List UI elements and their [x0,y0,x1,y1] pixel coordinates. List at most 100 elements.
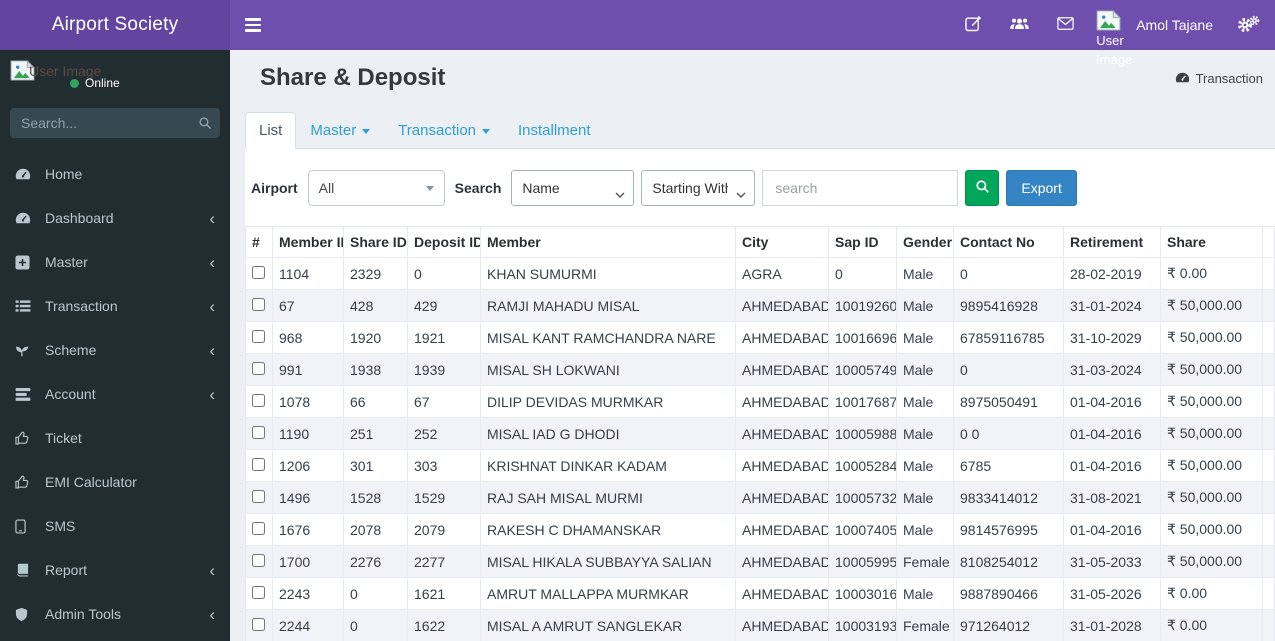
cell-member-id: 968 [272,321,344,354]
row-select-cell [245,353,273,386]
cell-member: MISAL HIKALA SUBBAYYA SALIAN [480,545,736,578]
cell-extra [1262,545,1275,578]
cell-member: MISAL A AMRUT SANGLEKAR [480,609,736,641]
cell-deposit-id: 0 [407,257,481,290]
cell-extra [1262,321,1275,354]
cell-share: ₹ 50,000.00 [1160,321,1263,354]
cell-share-id: 66 [343,385,408,418]
row-checkbox[interactable] [252,458,265,471]
tab-transaction[interactable]: Transaction [384,112,504,149]
airport-select[interactable]: All [307,170,445,206]
cell-extra [1262,449,1275,482]
sidebar-item-scheme[interactable]: Scheme ‹ [0,328,230,372]
row-checkbox[interactable] [252,298,265,311]
row-checkbox[interactable] [252,426,265,439]
cell-share-id: 2276 [343,545,408,578]
table-row: 1190 251 252 MISAL IAD G DHODI AHMEDABAD… [245,417,1275,450]
row-checkbox[interactable] [252,266,265,279]
cell-sap-id: 10005995 [828,545,897,578]
cell-contact-no: 9814576995 [953,513,1064,546]
cell-sap-id: 10005749 [828,353,897,386]
row-checkbox[interactable] [252,586,265,599]
sidebar-item-report[interactable]: Report ‹ [0,548,230,592]
search-field-select[interactable]: Name [511,170,635,206]
cell-extra [1262,513,1275,546]
cell-share: ₹ 50,000.00 [1160,289,1263,322]
compose-button[interactable] [951,0,996,50]
sidebar-item-master[interactable]: Master ‹ [0,240,230,284]
cell-retirement: 01-04-2016 [1063,417,1161,450]
cell-extra [1262,353,1275,386]
user-menu[interactable]: User Image [1096,0,1132,67]
cell-member: RAJ SAH MISAL MURMI [480,481,736,514]
table-header-row: # Member ID Share ID Deposit ID Member C… [245,226,1275,258]
cell-extra [1262,609,1275,641]
cell-sap-id: 0 [828,257,897,290]
cell-member: AMRUT MALLAPPA MURMKAR [480,577,736,610]
row-checkbox[interactable] [252,618,265,631]
cell-deposit-id: 1622 [407,609,481,641]
export-button[interactable]: Export [1006,170,1077,206]
cell-extra [1262,289,1275,322]
tab-list[interactable]: List [245,112,297,149]
cell-member: MISAL SH LOKWANI [480,353,736,386]
tab-master[interactable]: Master [296,112,384,149]
row-checkbox[interactable] [252,490,265,503]
cell-member-id: 1676 [272,513,344,546]
cell-contact-no: 67859116785 [953,321,1064,354]
cell-city: AHMEDABAD [735,481,829,514]
sidebar-search-input[interactable] [10,108,220,138]
row-checkbox[interactable] [252,522,265,535]
cell-member: MISAL IAD G DHODI [480,417,736,450]
search-icon[interactable] [198,116,212,133]
row-select-cell [245,449,273,482]
tab-installment[interactable]: Installment [504,112,605,149]
members-button[interactable] [996,0,1043,50]
row-select-cell [245,321,273,354]
match-type-select[interactable]: Starting With [641,170,756,206]
search-button[interactable] [965,170,1000,206]
cell-share: ₹ 50,000.00 [1160,385,1263,418]
cell-contact-no: 971264012 [953,609,1064,641]
column-member-id: Member ID [272,226,344,258]
search-input[interactable] [762,170,959,206]
stack-icon [15,387,39,401]
row-checkbox[interactable] [252,362,265,375]
seedling-icon [15,343,39,357]
sidebar-item-ticket[interactable]: Ticket [0,416,230,460]
row-checkbox[interactable] [252,330,265,343]
sidebar-toggle-button[interactable] [230,0,276,50]
cell-sap-id: 10005988 [828,417,897,450]
cell-share-id: 428 [343,289,408,322]
cell-sap-id: 10003193 [828,609,897,641]
table-row: 991 1938 1939 MISAL SH LOKWANI AHMEDABAD… [245,353,1275,386]
sidebar-item-admin-tools[interactable]: Admin Tools ‹ [0,592,230,636]
sidebar-item-account[interactable]: Account ‹ [0,372,230,416]
sidebar-item-transaction[interactable]: Transaction ‹ [0,284,230,328]
caret-down-icon [362,129,371,134]
caret-down-icon [425,185,434,191]
search-icon [975,179,990,197]
cell-deposit-id: 252 [407,417,481,450]
breadcrumb-transaction[interactable]: Transaction [1175,71,1263,86]
sidebar-item-sms[interactable]: SMS [0,504,230,548]
compose-icon [965,15,982,35]
chevron-left-icon: ‹ [209,252,215,272]
sidebar-item-home[interactable]: Home [0,152,230,196]
cell-contact-no: 0 0 [953,417,1064,450]
row-checkbox[interactable] [252,554,265,567]
messages-button[interactable] [1043,0,1088,50]
cell-gender: Male [896,513,954,546]
cell-share-id: 0 [343,577,408,610]
sidebar-item-emi-calculator[interactable]: EMI Calculator [0,460,230,504]
app-logo[interactable]: Airport Society [0,0,230,50]
user-name[interactable]: Amol Tajane [1130,17,1223,33]
cell-share-id: 2329 [343,257,408,290]
row-checkbox[interactable] [252,394,265,407]
cell-city: AHMEDABAD [735,385,829,418]
settings-button[interactable] [1223,0,1275,50]
sidebar: User Image Online Home Dashboard ‹ [0,50,230,641]
sidebar-item-dashboard[interactable]: Dashboard ‹ [0,196,230,240]
cell-member: KHAN SUMURMI [480,257,736,290]
cell-contact-no: 9887890466 [953,577,1064,610]
